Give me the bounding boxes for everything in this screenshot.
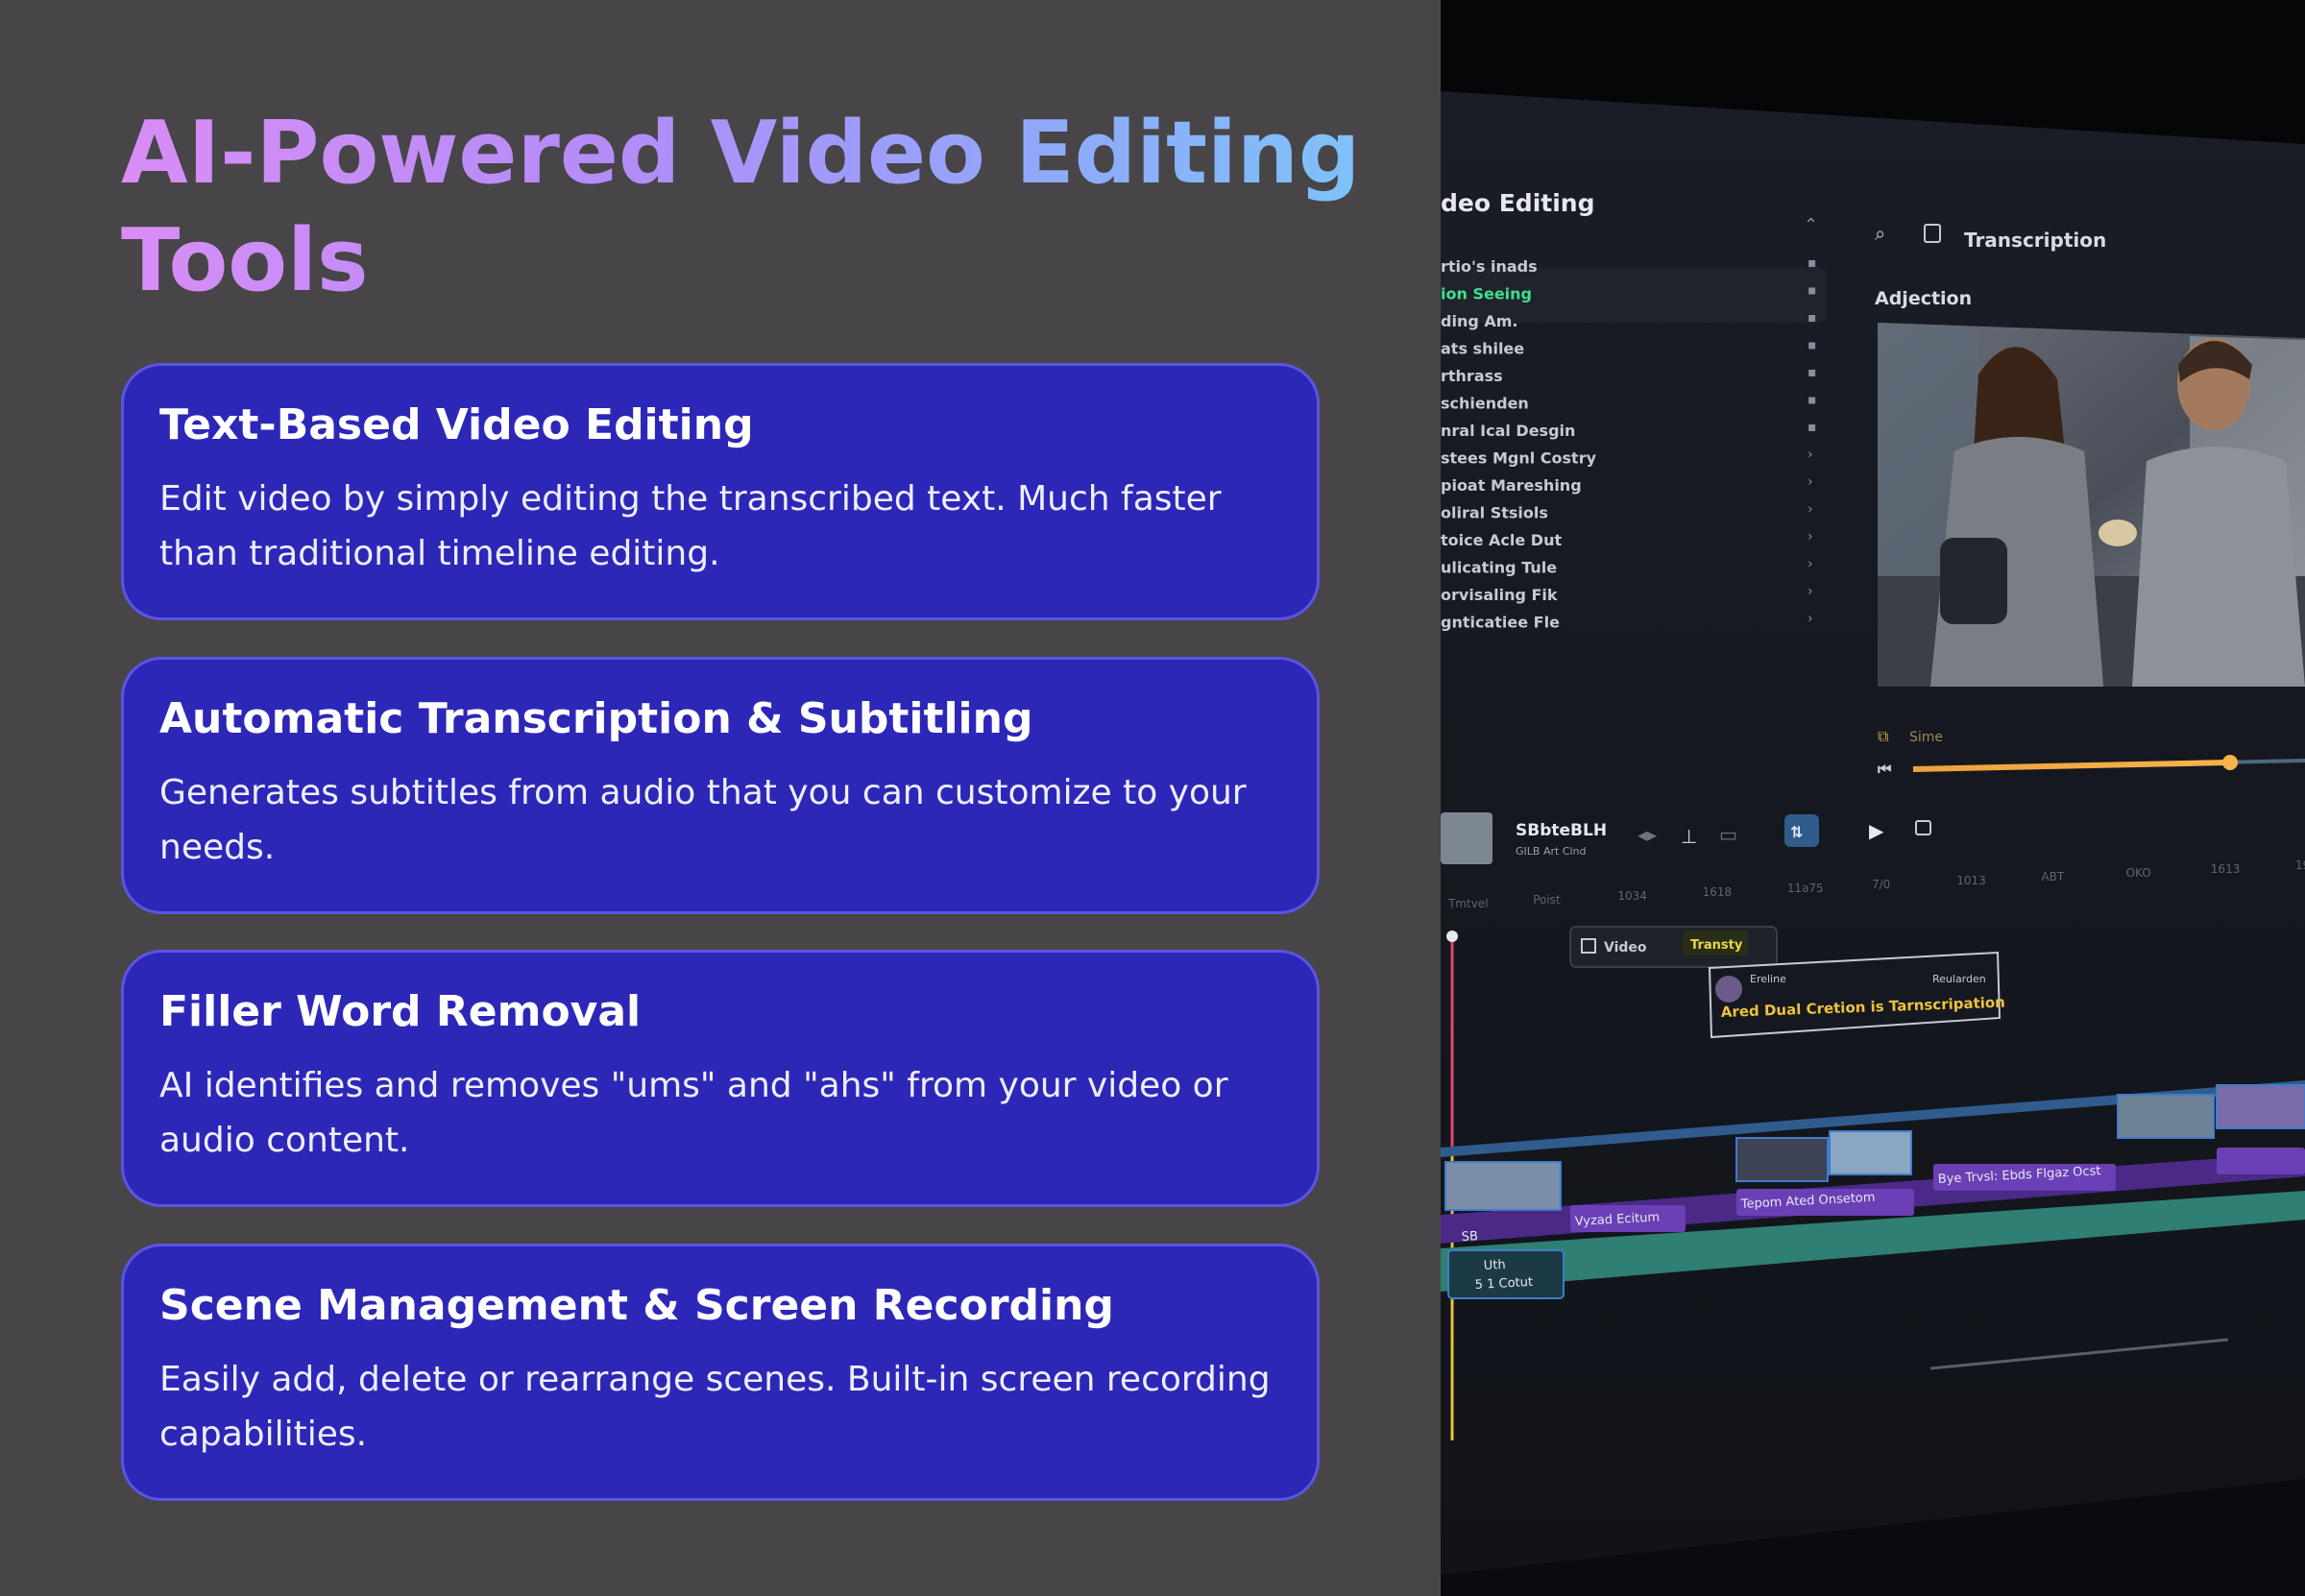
- sidebar-item-icon: ›: [1808, 529, 1813, 544]
- video-preview: [1878, 323, 2305, 687]
- feature-card-title: Automatic Transcription & Subtitling: [159, 694, 1033, 743]
- sidebar-item-icon: ▪: [1808, 255, 1817, 271]
- feature-card-body: Edit video by simply editing the transcr…: [159, 479, 1222, 573]
- sidebar-item[interactable]: stees Mgnl Costry: [1441, 449, 1597, 468]
- playhead-handle[interactable]: [1446, 931, 1458, 942]
- ruler-tick-label: Poist: [1533, 893, 1561, 907]
- sidebar-item-icon: ›: [1808, 474, 1813, 490]
- sidebar-item-icon: ▪: [1808, 310, 1817, 326]
- sidebar-item-icon: ›: [1808, 584, 1813, 599]
- split-icon[interactable]: ⊥: [1681, 825, 1697, 848]
- caption-icon[interactable]: ▭: [1719, 823, 1737, 846]
- scene-icon: ⧉: [1878, 727, 1888, 745]
- feature-card-body: AI identifies and removes "ums" and "ahs…: [159, 1066, 1228, 1160]
- chevron-up-icon[interactable]: ⌃: [1804, 215, 1818, 235]
- skip-start-icon[interactable]: ⏮: [1878, 760, 1891, 778]
- sidebar-item[interactable]: ding Am.: [1441, 312, 1517, 330]
- ruler-tick-label: Tmtvel: [1447, 897, 1489, 910]
- play-icon[interactable]: ▶: [1869, 819, 1884, 842]
- feature-card-body: Easily add, delete or rearrange scenes. …: [159, 1360, 1271, 1454]
- sidebar-item-icon: ▪: [1808, 283, 1817, 299]
- timeline-clip-label: 5 1 Cotut: [1474, 1275, 1533, 1293]
- sidebar-item[interactable]: rtio's inads: [1441, 257, 1538, 276]
- sidebar-item[interactable]: ats shilee: [1441, 340, 1524, 358]
- track-label-transty: Transty: [1690, 938, 1743, 953]
- ruler-tick-label: 1034: [1617, 889, 1647, 903]
- sidebar-item[interactable]: nral Ical Desgin: [1441, 422, 1575, 440]
- sidebar-item-icon: ▪: [1808, 420, 1817, 435]
- feature-card-title: Scene Management & Screen Recording: [159, 1281, 1114, 1330]
- caption-popup-line1: Ereline: [1750, 973, 1786, 985]
- feature-card-scene-management: Scene Management & Screen Recording Easi…: [121, 1244, 1320, 1501]
- track-label-video[interactable]: Video: [1604, 940, 1647, 955]
- ruler-tick-label: 1013: [1956, 874, 1986, 887]
- ruler-tick-label: 7/0: [1872, 878, 1890, 891]
- feature-card-transcription: Automatic Transcription & Subtitling Gen…: [121, 657, 1320, 914]
- search-icon[interactable]: ⌕: [1875, 222, 1885, 245]
- page-title-line-1: AI-Powered Video Editing: [121, 103, 1361, 204]
- caption-popup-right: Reularden: [1932, 973, 1986, 985]
- sidebar-item-icon: ▪: [1808, 393, 1817, 408]
- feature-card-title: Filler Word Removal: [159, 987, 642, 1036]
- slider-label: Sime: [1909, 730, 1943, 745]
- sidebar-item[interactable]: ulicating Tule: [1441, 559, 1557, 577]
- left-panel: AI-Powered Video Editing Tools Text-Base…: [0, 0, 1441, 1596]
- ruler-tick-label: 1613: [2211, 862, 2241, 876]
- sidebar-item-icon: ›: [1808, 502, 1813, 518]
- audio-icon[interactable]: ◂▸: [1638, 823, 1657, 846]
- sidebar-item[interactable]: ion Seeing: [1441, 285, 1532, 303]
- preview-label: Adjection: [1875, 288, 1972, 309]
- ruler-tick-label: 1913: [2295, 858, 2305, 872]
- sidebar-item-icon: ›: [1808, 447, 1813, 463]
- ai-tool-icon: ⇅: [1790, 823, 1803, 841]
- timeline-clip-label: SB: [1461, 1229, 1478, 1245]
- feature-card-body: Generates subtitles from audio that you …: [159, 773, 1247, 867]
- sidebar-item-icon: ▪: [1808, 338, 1817, 353]
- sidebar-item-icon: ▪: [1808, 365, 1817, 380]
- sidebar-item[interactable]: schienden: [1441, 395, 1529, 413]
- sidebar-item[interactable]: toice Acle Dut: [1441, 531, 1562, 549]
- sidebar-item-icon: ›: [1808, 612, 1813, 627]
- ruler-tick-label: OKO: [2126, 866, 2151, 880]
- ruler-tick-label: ABT: [2041, 870, 2064, 883]
- app-title: deo Editing: [1441, 189, 1595, 217]
- feature-card-title: Text-Based Video Editing: [159, 400, 754, 449]
- sidebar-item-icon: ›: [1808, 557, 1813, 572]
- video-editor-photo: deo Editing ⌃ rtio's inads ion Seeing ding…: [1441, 0, 2305, 1596]
- tab-transcription[interactable]: Transcription: [1964, 229, 2106, 252]
- clip-name: SBbteBLH: [1516, 821, 1607, 840]
- sidebar-item[interactable]: rthrass: [1441, 367, 1503, 385]
- clip-subtitle: GILB Art Clnd: [1516, 845, 1587, 858]
- ruler-tick-label: 11a75: [1787, 882, 1824, 895]
- ruler-tick-label: 1618: [1703, 885, 1733, 899]
- sidebar-item[interactable]: orvisaling Fik: [1441, 586, 1558, 604]
- page-title: AI-Powered Video Editing Tools: [121, 100, 1370, 315]
- sidebar-item[interactable]: gnticatiee Fle: [1441, 614, 1560, 632]
- sidebar-item[interactable]: oliral Stsiols: [1441, 504, 1548, 522]
- slider-thumb[interactable]: [2222, 755, 2238, 770]
- clip-thumbnail: [1441, 812, 1492, 864]
- sidebar-item[interactable]: pioat Mareshing: [1441, 476, 1582, 495]
- feature-card-filler-word-removal: Filler Word Removal AI identifies and re…: [121, 950, 1320, 1207]
- timeline-clip-label: Uth: [1483, 1258, 1506, 1273]
- feature-card-text-based-editing: Text-Based Video Editing Edit video by s…: [121, 363, 1320, 620]
- page-title-line-2: Tools: [121, 210, 369, 311]
